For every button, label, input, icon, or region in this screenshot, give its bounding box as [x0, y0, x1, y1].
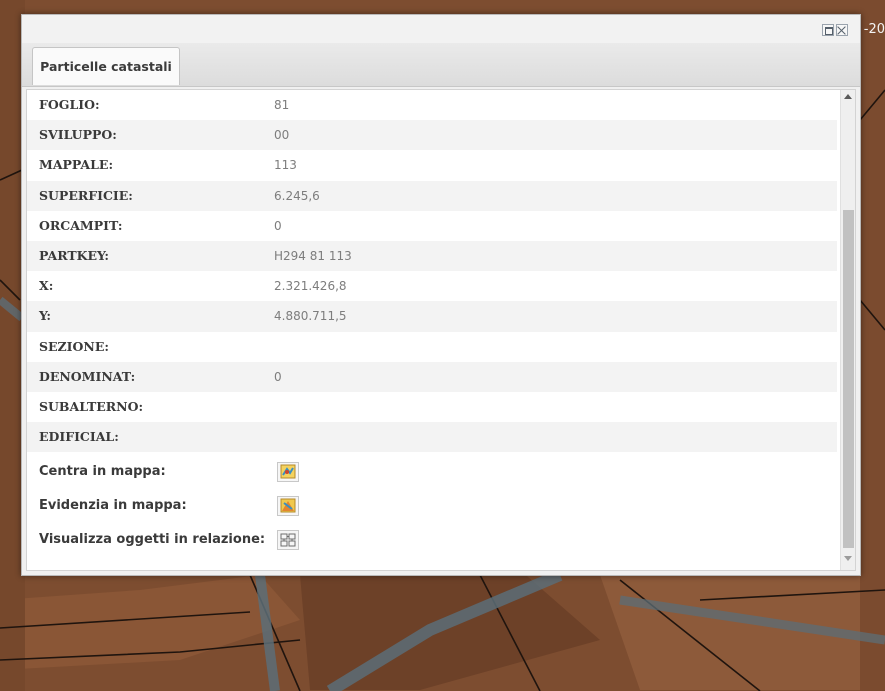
vertical-scrollbar[interactable] [840, 90, 855, 570]
clipped-map-label: -20 [863, 22, 885, 37]
attribute-label: Y: [39, 308, 51, 324]
attribute-value: 4.880.711,5 [274, 309, 347, 324]
attribute-label: PARTKEY: [39, 247, 110, 263]
attribute-table: FOGLIO: 81 SVILUPPO: 00 MAPPALE: 113 SUP… [27, 90, 837, 453]
window-titlebar[interactable] [22, 15, 860, 43]
scroll-down-arrow-icon[interactable] [844, 556, 852, 561]
attribute-label: ORCAMPIT: [39, 217, 123, 233]
attribute-label: X: [39, 278, 54, 294]
scroll-up-arrow-icon[interactable] [844, 94, 852, 99]
action-row-evidenzia: Evidenzia in mappa: [27, 489, 837, 523]
map-center-icon[interactable] [277, 462, 299, 482]
attribute-row-foglio: FOGLIO: 81 [27, 90, 837, 120]
attribute-row-denominat: DENOMINAT: 0 [27, 361, 837, 392]
attribute-panel: FOGLIO: 81 SVILUPPO: 00 MAPPALE: 113 SUP… [26, 89, 856, 571]
attribute-value: 0 [274, 218, 282, 233]
attribute-label: SVILUPPO: [39, 127, 117, 143]
attribute-label: DENOMINAT: [39, 368, 136, 384]
attribute-row-orcampit: ORCAMPIT: 0 [27, 211, 837, 241]
tab-particelle-catastali[interactable]: Particelle catastali [32, 47, 180, 85]
attribute-row-mappale: MAPPALE: 113 [27, 150, 837, 180]
attribute-label: SUPERFICIE: [39, 187, 133, 203]
action-row-centra: Centra in mappa: [27, 455, 837, 489]
attribute-value: 81 [274, 98, 290, 112]
map-highlight-icon[interactable] [277, 496, 299, 516]
attribute-value: 2.321.426,8 [274, 279, 347, 294]
maximize-button[interactable] [822, 24, 834, 36]
attribute-row-edificial: EDIFICIAL: [27, 422, 837, 453]
attribute-value: 0 [274, 369, 282, 384]
action-label: Centra in mappa: [39, 464, 166, 479]
attribute-label: FOGLIO: [39, 97, 100, 112]
attribute-label: MAPPALE: [39, 157, 114, 173]
attribute-value: H294 81 113 [274, 248, 352, 263]
attribute-value: 00 [274, 128, 290, 143]
tab-label: Particelle catastali [40, 59, 172, 74]
feature-info-window: Particelle catastali FOGLIO: 81 SVILUPPO… [21, 14, 861, 576]
attribute-row-y: Y: 4.880.711,5 [27, 301, 837, 332]
action-label: Visualizza oggetti in relazione: [39, 532, 266, 547]
action-list: Centra in mappa: Evidenzia in mappa: Vis… [27, 455, 837, 557]
attribute-value: 113 [274, 158, 297, 173]
attribute-label: EDIFICIAL: [39, 429, 119, 445]
attribute-label: SUBALTERNO: [39, 398, 144, 414]
attribute-value: 6.245,6 [274, 188, 320, 203]
action-row-relazione: Visualizza oggetti in relazione: [27, 523, 837, 557]
close-button[interactable] [836, 24, 848, 36]
attribute-label: SEZIONE: [39, 338, 109, 354]
action-label: Evidenzia in mappa: [39, 498, 187, 513]
related-objects-icon[interactable] [277, 530, 299, 550]
attribute-row-sviluppo: SVILUPPO: 00 [27, 120, 837, 151]
tab-strip: Particelle catastali [22, 43, 860, 87]
attribute-row-subalterno: SUBALTERNO: [27, 392, 837, 422]
attribute-row-partkey: PARTKEY: H294 81 113 [27, 240, 837, 272]
scroll-thumb[interactable] [843, 210, 854, 548]
attribute-row-superficie: SUPERFICIE: 6.245,6 [27, 180, 837, 211]
attribute-row-sezione: SEZIONE: [27, 332, 837, 362]
attribute-row-x: X: 2.321.426,8 [27, 271, 837, 301]
